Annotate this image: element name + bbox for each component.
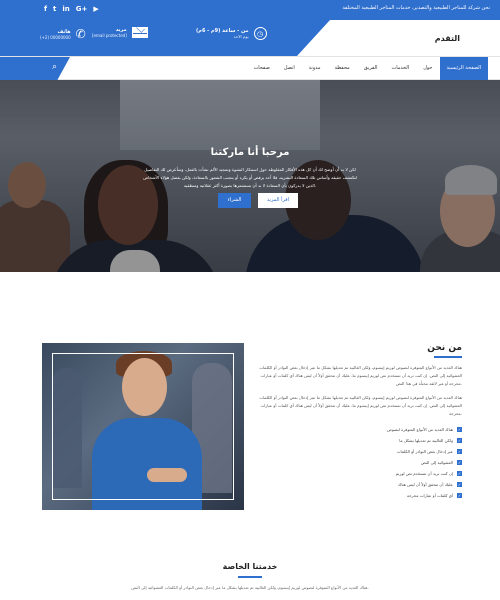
nav-item-blog[interactable]: مدونة	[302, 57, 328, 80]
check-icon: ✓	[457, 471, 462, 476]
nav-item-team[interactable]: الفريق	[357, 57, 385, 80]
list-item: ✓ إن كنت تريد أن تستخدم نص لوريم	[395, 471, 462, 476]
clock-icon: ◷	[253, 27, 267, 40]
about-section: من نحن هناك العديد من الأنواع المتوفرة ل…	[252, 343, 462, 501]
social-links: f t in G+ ▶	[44, 4, 99, 14]
about-image-frame	[52, 353, 234, 500]
site-logo[interactable]: التقدم	[435, 34, 460, 43]
services-text: هناك العديد من الأنواع المتوفرة لنصوص لو…	[131, 585, 369, 590]
main-nav: ⌕ الصفحة الرئيسية حول الخدمات الفريق محف…	[0, 56, 500, 80]
google-plus-icon[interactable]: G+	[76, 4, 88, 14]
about-checklist: ✓ هناك العديد من الأنواع المتوفرة لنصوص ✓…	[252, 424, 462, 501]
hours-info: من - ساعة (9م - 6م) يوم الاحد ◷	[196, 27, 267, 40]
nav-item-pages[interactable]: صفحات	[247, 57, 277, 80]
phone-info: هاتف (+2) 00000000 ✆	[40, 27, 86, 41]
about-title: من نحن	[427, 343, 462, 353]
email-info: مريد [email protected]	[92, 27, 148, 38]
hero-banner: مرحبا أنا ماركتنا لكن لا بد أن أوضح لك أ…	[0, 80, 500, 272]
nav-item-about[interactable]: حول	[416, 57, 439, 80]
services-title-underline	[238, 576, 262, 578]
list-item: ✓ عبر إدخال بعض النوادر أو الكلمات	[396, 449, 462, 454]
nav-item-home[interactable]: الصفحة الرئيسية	[439, 57, 488, 80]
nav-item-portfolio[interactable]: محفظة	[328, 57, 357, 80]
phone-number[interactable]: (+2) 00000000	[40, 35, 71, 40]
buy-button[interactable]: الشراء	[218, 193, 251, 208]
list-item: ✓ العشوائية إلى النص	[420, 460, 462, 465]
email-address[interactable]: [email protected]	[92, 33, 127, 38]
hero-buttons: الشراء اقرأ المزيد	[218, 193, 298, 208]
facebook-icon[interactable]: f	[44, 4, 47, 14]
hours-sub: يوم الاحد	[233, 34, 249, 39]
search-button[interactable]: ⌕	[0, 57, 70, 80]
check-icon: ✓	[457, 427, 462, 432]
read-more-button[interactable]: اقرأ المزيد	[258, 193, 298, 208]
services-title: خدمتنا الخاصة	[222, 562, 278, 571]
list-item: ✓ هناك العديد من الأنواع المتوفرة لنصوص	[387, 427, 462, 432]
nav-menu: الصفحة الرئيسية حول الخدمات الفريق محفظة…	[247, 57, 488, 80]
about-image	[42, 343, 244, 510]
list-item: ✓ عليك أن تتحقق أولاً أن ليس هناك	[398, 482, 462, 487]
about-paragraph-2: هناك العديد من الأنواع المتوفرة لنصوص لو…	[259, 395, 462, 416]
header: من - ساعة (9م - 6م) يوم الاحد ◷ مريد [em…	[0, 20, 500, 56]
about-title-underline	[434, 356, 462, 358]
twitter-icon[interactable]: t	[53, 4, 56, 14]
hero-title: مرحبا أنا ماركتنا	[210, 147, 290, 158]
check-icon: ✓	[457, 438, 462, 443]
top-bar: f t in G+ ▶ نحن شركة للمتاجر الطبيعية وا…	[0, 0, 500, 20]
phone-icon: ✆	[75, 27, 86, 41]
nav-item-services[interactable]: الخدمات	[385, 57, 417, 80]
about-paragraph-1: هناك العديد من الأنواع المتوفرة لنصوص لو…	[259, 365, 462, 386]
check-icon: ✓	[457, 493, 462, 498]
search-icon: ⌕	[52, 62, 58, 72]
header-contact-panel: من - ساعة (9م - 6م) يوم الاحد ◷ مريد [em…	[0, 20, 330, 56]
nav-item-contact[interactable]: اتصل	[277, 57, 302, 80]
check-icon: ✓	[457, 449, 462, 454]
envelope-icon	[131, 27, 148, 38]
check-icon: ✓	[457, 460, 462, 465]
top-tagline: نحن شركة للمتاجر الطبيعية والتصدير، خدما…	[342, 5, 490, 11]
youtube-icon[interactable]: ▶	[93, 4, 98, 14]
hero-text: لكن لا بد أن أوضح لك أن كل هذه الأفكار ا…	[143, 167, 357, 188]
check-icon: ✓	[457, 482, 462, 487]
linkedin-icon[interactable]: in	[62, 4, 69, 14]
list-item: ✓ أي كلمات أو عبارات محرجة	[406, 493, 462, 498]
list-item: ✓ ولكن الغالبية تم تعديلها بشكل ما	[399, 438, 462, 443]
